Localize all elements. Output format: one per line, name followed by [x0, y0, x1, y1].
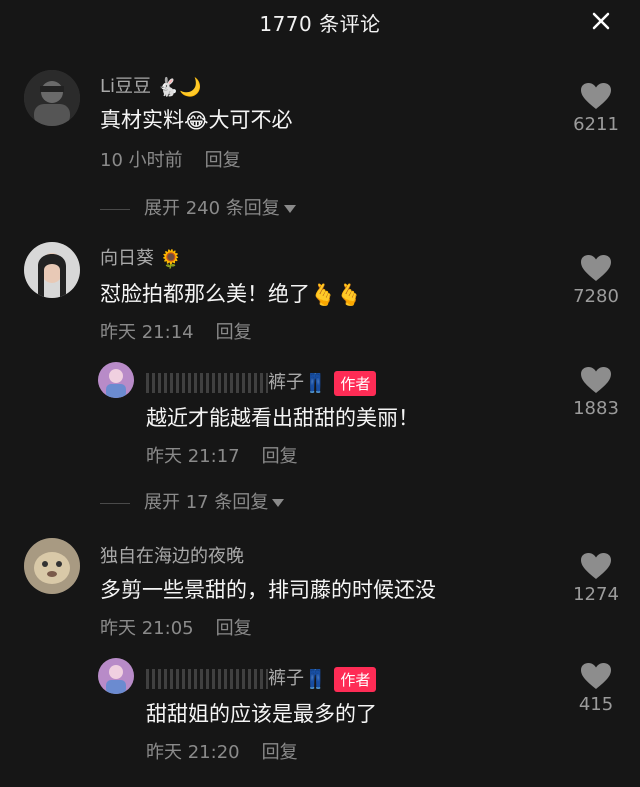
reply-item: 裤子👖 作者 甜甜姐的应该是最多的了 昨天 21:20 回复 415	[0, 656, 640, 776]
comment-username[interactable]: Li豆豆 🐇🌙	[100, 72, 202, 98]
comment-meta: 昨天 21:20 回复	[146, 738, 298, 764]
heart-icon	[581, 367, 611, 393]
heart-icon	[581, 255, 611, 281]
comments-title: 1770 条评论	[259, 12, 381, 36]
avatar[interactable]	[24, 242, 80, 298]
avatar[interactable]	[98, 658, 134, 694]
avatar[interactable]	[24, 70, 80, 126]
comment-username[interactable]: 向日葵 🌻	[100, 244, 182, 270]
expand-replies-button[interactable]: 展开 17 条回复	[100, 488, 285, 514]
comment-item: 向日葵 🌻 怼脸拍都那么美！绝了🫰🫰 昨天 21:14 回复 7280	[0, 238, 640, 348]
comment-username[interactable]: 独自在海边的夜晚	[100, 542, 244, 568]
redacted-username	[146, 373, 268, 393]
like-count: 1274	[573, 584, 619, 605]
like-button[interactable]: 1274	[566, 552, 626, 605]
comment-username[interactable]: 裤子👖 作者	[146, 664, 377, 692]
like-count: 7280	[573, 286, 619, 307]
redacted-username	[146, 669, 268, 689]
divider-line	[100, 502, 130, 504]
avatar[interactable]	[24, 538, 80, 594]
divider-line	[100, 208, 130, 210]
like-button[interactable]: 415	[566, 662, 626, 715]
comment-meta: 昨天 21:14 回复	[100, 318, 252, 344]
chevron-down-icon	[272, 499, 285, 507]
heart-icon	[581, 663, 611, 689]
like-button[interactable]: 6211	[566, 82, 626, 135]
comment-meta: 昨天 21:17 回复	[146, 442, 298, 468]
comment-text: 真材实料😂大可不必	[100, 108, 293, 133]
comment-text: 多剪一些景甜的，排司藤的时候还没	[100, 578, 436, 602]
reply-button[interactable]: 回复	[262, 742, 298, 763]
close-icon[interactable]	[588, 8, 614, 34]
comment-meta: 10 小时前 回复	[100, 146, 241, 172]
comment-text: 怼脸拍都那么美！绝了🫰🫰	[100, 282, 363, 307]
comment-time: 昨天 21:20	[146, 742, 240, 763]
reply-button[interactable]: 回复	[205, 150, 241, 171]
comment-username[interactable]: 裤子👖 作者	[146, 368, 377, 396]
like-count: 415	[578, 694, 614, 715]
comment-item: Li豆豆 🐇🌙 真材实料😂大可不必 10 小时前 回复 6211 展开 240 条…	[0, 66, 640, 226]
heart-icon	[581, 553, 611, 579]
expand-replies-button[interactable]: 展开 240 条回复	[100, 194, 296, 220]
like-button[interactable]: 1883	[566, 366, 626, 419]
reply-button[interactable]: 回复	[216, 618, 252, 639]
heart-icon	[581, 83, 611, 109]
comment-text: 甜甜姐的应该是最多的了	[146, 702, 377, 726]
reply-button[interactable]: 回复	[262, 446, 298, 467]
comment-item: 独自在海边的夜晚 多剪一些景甜的，排司藤的时候还没 昨天 21:05 回复 127…	[0, 534, 640, 644]
chevron-down-icon	[283, 205, 296, 213]
like-count: 6211	[573, 114, 619, 135]
reply-item: 裤子👖 作者 越近才能越看出甜甜的美丽！ 昨天 21:17 回复 1883 展开 1…	[0, 360, 640, 520]
comment-time: 10 小时前	[100, 150, 183, 171]
avatar[interactable]	[98, 362, 134, 398]
author-badge: 作者	[334, 370, 377, 396]
comment-time: 昨天 21:14	[100, 322, 194, 343]
comment-text: 越近才能越看出甜甜的美丽！	[146, 406, 419, 430]
reply-button[interactable]: 回复	[216, 322, 252, 343]
comment-time: 昨天 21:17	[146, 446, 240, 467]
comments-header: 1770 条评论	[0, 0, 640, 42]
comment-meta: 昨天 21:05 回复	[100, 614, 252, 640]
comment-time: 昨天 21:05	[100, 618, 194, 639]
author-badge: 作者	[334, 666, 377, 692]
like-button[interactable]: 7280	[566, 254, 626, 307]
like-count: 1883	[573, 398, 619, 419]
